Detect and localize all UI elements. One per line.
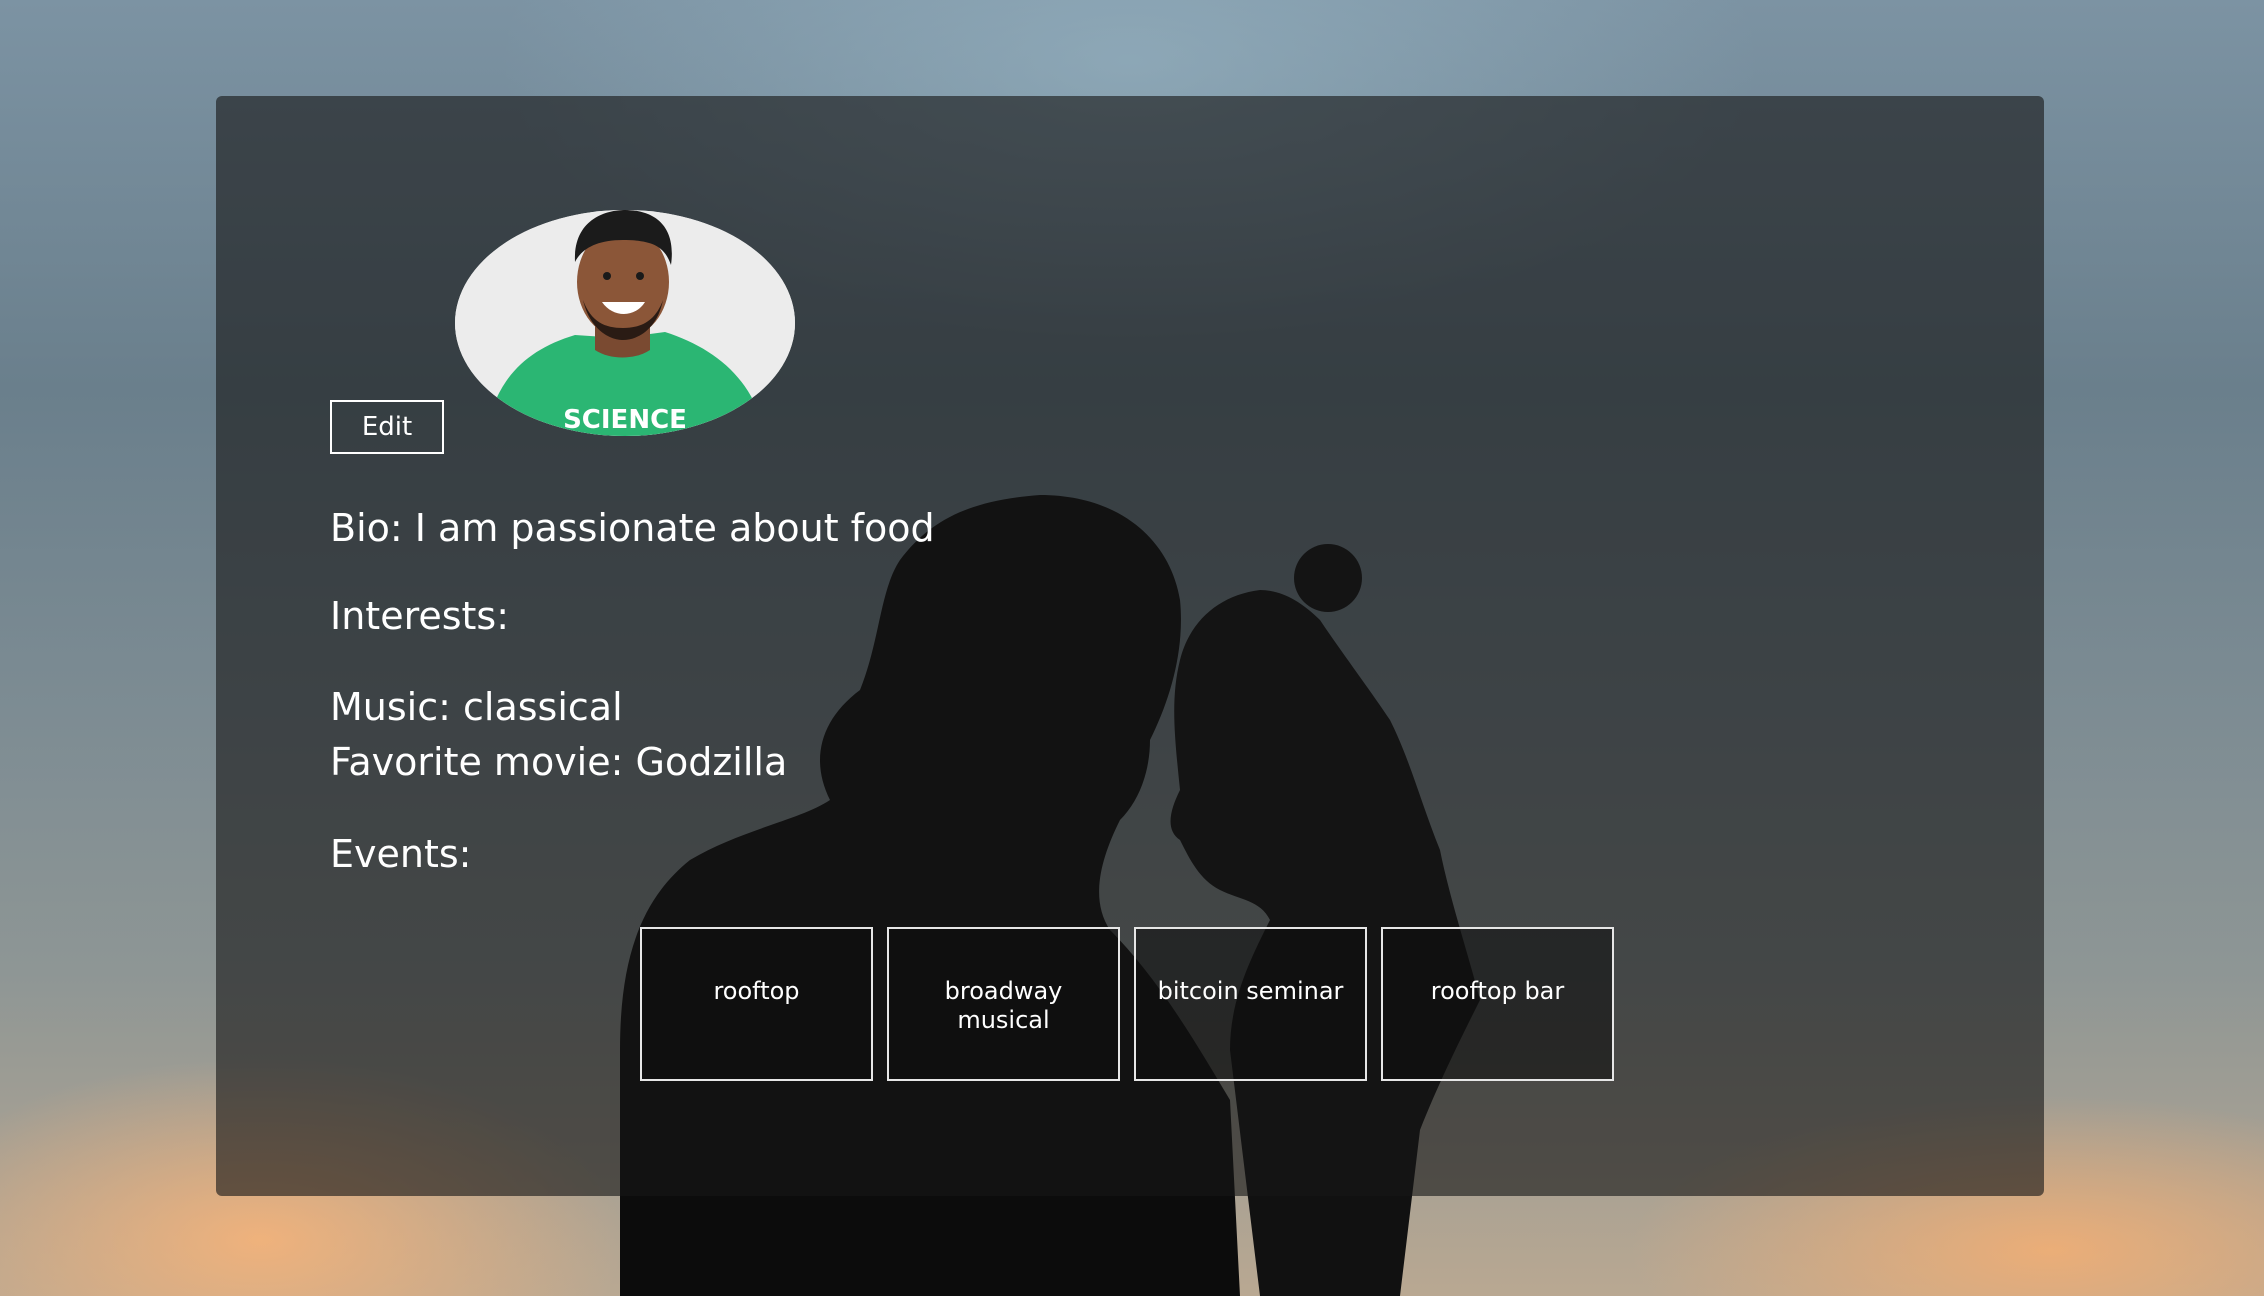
favorite-movie-interest: Favorite movie: Godzilla — [330, 740, 788, 784]
event-card[interactable]: broadway musical — [887, 927, 1120, 1081]
events-list: rooftop broadway musical bitcoin seminar… — [640, 927, 1614, 1081]
edit-button[interactable]: Edit — [330, 400, 444, 454]
svg-text:SCIENCE: SCIENCE — [563, 405, 687, 435]
event-card[interactable]: bitcoin seminar — [1134, 927, 1367, 1081]
music-interest: Music: classical — [330, 685, 623, 729]
event-card[interactable]: rooftop — [640, 927, 873, 1081]
profile-avatar: SCIENCE — [455, 210, 795, 436]
event-card[interactable]: rooftop bar — [1381, 927, 1614, 1081]
bio-text: Bio: I am passionate about food — [330, 506, 935, 550]
events-heading: Events: — [330, 832, 472, 876]
interests-heading: Interests: — [330, 594, 510, 638]
